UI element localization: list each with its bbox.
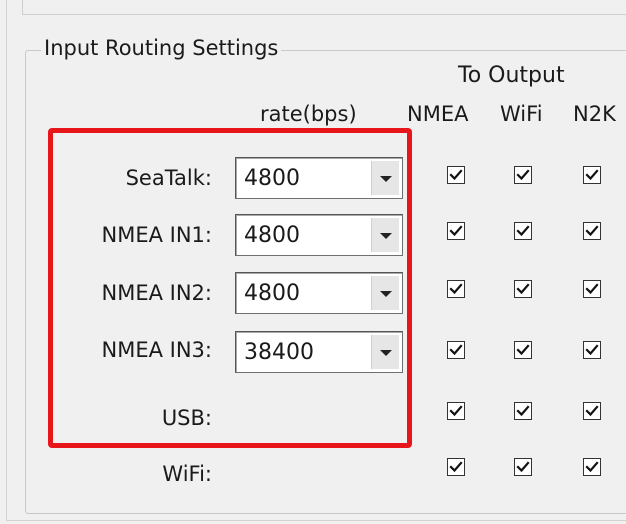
nmea-in1-to-nmea-checkbox[interactable] [447, 222, 465, 240]
nmea-column-header: NMEA [407, 102, 469, 126]
nmea-in2-to-nmea-checkbox[interactable] [447, 280, 465, 298]
checkmark-icon [516, 405, 530, 417]
nmea-in3-to-wifi-checkbox[interactable] [514, 341, 532, 359]
usb-to-n2k-checkbox[interactable] [583, 402, 601, 420]
checkmark-icon [449, 405, 463, 417]
checkmark-icon [585, 461, 599, 473]
usb-to-nmea-checkbox[interactable] [447, 402, 465, 420]
n2k-column-header: N2K [573, 102, 616, 126]
nmea-in2-to-wifi-checkbox[interactable] [514, 280, 532, 298]
checkmark-icon [449, 169, 463, 181]
nmea-in1-to-wifi-checkbox[interactable] [514, 222, 532, 240]
checkmark-icon [516, 344, 530, 356]
checkmark-icon [449, 344, 463, 356]
checkmark-icon [449, 461, 463, 473]
checkmark-icon [585, 225, 599, 237]
highlight-box [48, 128, 412, 448]
group-title: Input Routing Settings [41, 34, 282, 62]
wifi-to-wifi-checkbox[interactable] [514, 458, 532, 476]
nmea-in2-to-n2k-checkbox[interactable] [583, 280, 601, 298]
checkmark-icon [449, 225, 463, 237]
nmea-in3-to-n2k-checkbox[interactable] [583, 341, 601, 359]
checkmark-icon [516, 169, 530, 181]
seatalk-to-wifi-checkbox[interactable] [514, 166, 532, 184]
seatalk-to-nmea-checkbox[interactable] [447, 166, 465, 184]
wifi-to-nmea-checkbox[interactable] [447, 458, 465, 476]
checkmark-icon [516, 461, 530, 473]
usb-to-wifi-checkbox[interactable] [514, 402, 532, 420]
seatalk-to-n2k-checkbox[interactable] [583, 166, 601, 184]
checkmark-icon [585, 169, 599, 181]
upper-panel-edge [22, 0, 626, 15]
checkmark-icon [585, 405, 599, 417]
nmea-in1-to-n2k-checkbox[interactable] [583, 222, 601, 240]
wifi-to-n2k-checkbox[interactable] [583, 458, 601, 476]
checkmark-icon [516, 283, 530, 295]
checkmark-icon [585, 344, 599, 356]
row-label-wifi: WiFi: [162, 462, 212, 486]
checkmark-icon [449, 283, 463, 295]
checkmark-icon [585, 283, 599, 295]
rate-header: rate(bps) [260, 102, 357, 126]
wifi-column-header: WiFi [500, 102, 543, 126]
checkmark-icon [516, 225, 530, 237]
to-output-header: To Output [458, 63, 565, 88]
nmea-in3-to-nmea-checkbox[interactable] [447, 341, 465, 359]
